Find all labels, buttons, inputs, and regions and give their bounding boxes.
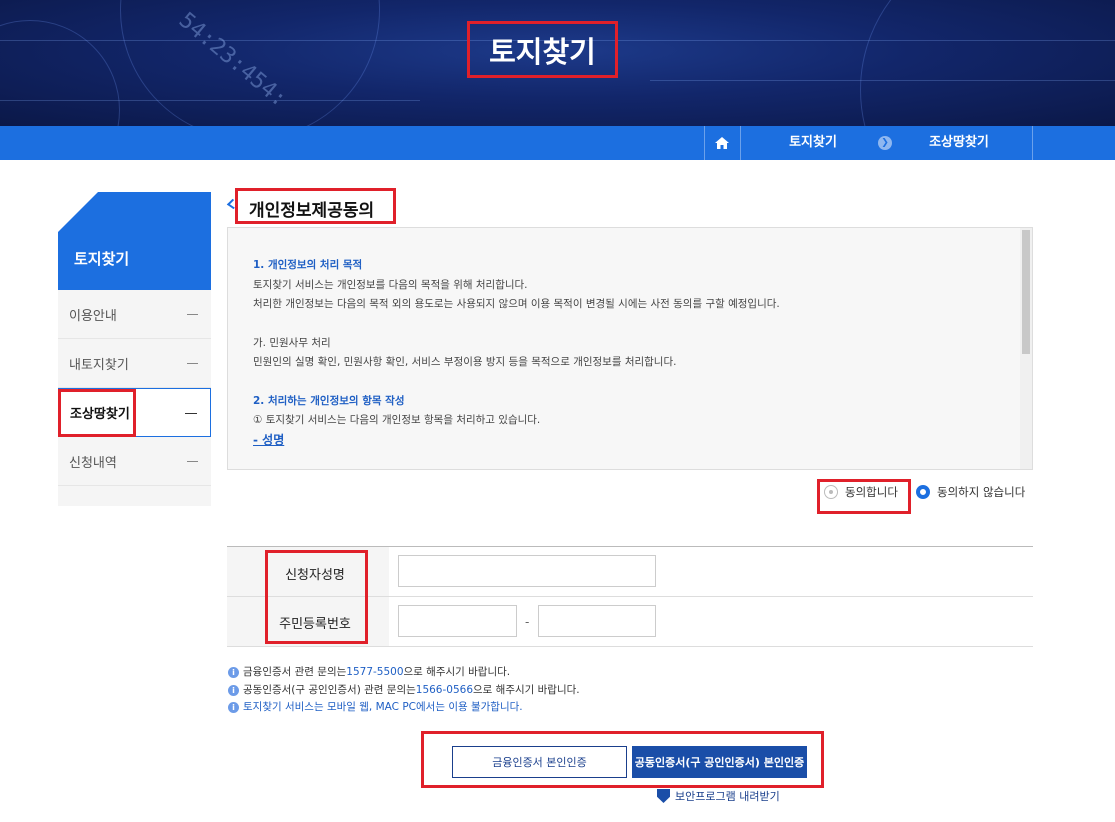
page-title-box: 토지찾기 — [467, 21, 618, 78]
name-label: 신청자성명 — [285, 568, 345, 583]
form-top-border — [227, 546, 1033, 547]
breadcrumb: 토지찾기 ❯ 조상땅찾기 — [0, 126, 1115, 160]
financial-cert-button[interactable]: 금융인증서 본인인증 — [452, 746, 627, 778]
agree-option[interactable]: 동의합니다 — [824, 484, 898, 500]
terms-heading: 2. 처리하는 개인정보의 항목 작성 — [253, 394, 405, 407]
nav-divider — [704, 126, 705, 160]
hero-banner: 54:23:454: 토지찾기 — [0, 0, 1115, 126]
nav-divider — [1032, 126, 1033, 160]
home-icon[interactable] — [712, 134, 732, 152]
note-financial-cert: i 금융인증서 관련 문의는 1577-5500 으로 해주시기 바랍니다. — [228, 664, 580, 682]
section-title: 개인정보제공동의 — [249, 201, 375, 221]
sidebar-title: 토지찾기 — [74, 250, 130, 268]
note-unsupported: i 토지찾기 서비스는 모바일 웹, MAC PC에서는 이용 불가합니다. — [228, 699, 580, 717]
decor-line — [0, 100, 420, 101]
phone-number: 1577-5500 — [346, 666, 404, 678]
minus-icon — [187, 461, 198, 462]
rrn-front-input[interactable] — [398, 605, 517, 637]
nav-divider — [740, 126, 741, 160]
radio-dot-icon — [829, 490, 833, 494]
rrn-separator: - — [525, 615, 530, 629]
radio-disagree[interactable] — [916, 485, 930, 499]
terms-content: 1. 개인정보의 처리 목적 토지찾기 서비스는 개인정보를 다음의 목적을 위… — [253, 256, 1013, 451]
decor-line — [650, 80, 1115, 81]
sidebar-item-guide[interactable]: 이용안내 — [58, 290, 211, 339]
terms-link[interactable]: - 성명 — [253, 433, 284, 447]
radio-agree[interactable] — [824, 485, 838, 499]
sidebar-item-label: 조상땅찾기 — [70, 407, 130, 422]
form-row-divider — [227, 596, 1033, 597]
minus-icon — [185, 413, 197, 414]
info-notes: i 금융인증서 관련 문의는 1577-5500 으로 해주시기 바랍니다. i… — [228, 664, 580, 717]
rrn-back-input[interactable] — [538, 605, 656, 637]
terms-subheading: 가. 민원사무 처리 — [253, 336, 331, 349]
terms-gap — [253, 315, 1013, 334]
info-icon: i — [228, 667, 239, 679]
security-download-link[interactable]: 보안프로그램 내려받기 — [657, 788, 780, 804]
breadcrumb-land-search[interactable]: 토지찾기 — [760, 126, 866, 160]
form-bottom-border — [227, 646, 1033, 647]
section-marker-icon — [226, 198, 240, 210]
sidebar-item-my-land[interactable]: 내토지찾기 — [58, 339, 211, 388]
terms-gap — [253, 373, 1013, 392]
scrollbar-thumb[interactable] — [1022, 230, 1030, 354]
disagree-option[interactable]: 동의하지 않습니다 — [916, 484, 1025, 500]
sidebar-item-label: 내토지찾기 — [69, 357, 129, 373]
sidebar-filler — [58, 486, 211, 506]
breadcrumb-ancestor-land[interactable]: 조상땅찾기 — [900, 126, 1018, 160]
shield-check-icon — [657, 789, 670, 803]
minus-icon — [187, 363, 198, 364]
rrn-label: 주민등록번호 — [279, 617, 351, 632]
terms-text: 토지찾기 서비스는 개인정보를 다음의 목적을 위해 처리합니다. — [253, 278, 528, 291]
sidebar-header-corner — [58, 192, 98, 232]
sidebar-item-ancestor-land[interactable]: 조상땅찾기 — [58, 388, 211, 437]
note-text: 금융인증서 관련 문의는 — [243, 666, 347, 678]
download-label[interactable]: 보안프로그램 내려받기 — [675, 788, 780, 804]
terms-text: 민원인의 실명 확인, 민원사항 확인, 서비스 부정이용 방지 등을 목적으로… — [253, 356, 677, 368]
disagree-label[interactable]: 동의하지 않습니다 — [937, 484, 1025, 500]
note-text: 공동인증서(구 공인인증서) 관련 문의는 — [243, 683, 416, 696]
agree-label[interactable]: 동의합니다 — [845, 484, 898, 500]
sidebar-item-history[interactable]: 신청내역 — [58, 437, 211, 486]
note-text: 으로 해주시기 바랍니다. — [473, 683, 580, 696]
terms-text: ① 토지찾기 서비스는 다음의 개인정보 항목을 처리하고 있습니다. — [253, 414, 541, 426]
joint-cert-button[interactable]: 공동인증서(구 공인인증서) 본인인증 — [632, 746, 807, 778]
name-input[interactable] — [398, 555, 656, 587]
info-icon: i — [228, 702, 239, 714]
info-icon: i — [228, 684, 239, 696]
sidebar-item-label: 이용안내 — [69, 308, 117, 324]
page-title: 토지찾기 — [489, 34, 596, 69]
minus-icon — [187, 314, 198, 315]
sidebar-header: 토지찾기 — [58, 192, 211, 290]
phone-number: 1566-0566 — [415, 683, 473, 696]
note-text: 으로 해주시기 바랍니다. — [403, 666, 511, 678]
sidebar: 토지찾기 이용안내 내토지찾기 조상땅찾기 신청내역 — [58, 192, 211, 506]
decor-circle — [0, 20, 120, 126]
scrollbar[interactable] — [1020, 228, 1032, 469]
decor-circle — [860, 0, 1115, 126]
chevron-right-icon: ❯ — [878, 136, 892, 150]
note-joint-cert: i 공동인증서(구 공인인증서) 관련 문의는 1566-0566 으로 해주시… — [228, 682, 580, 700]
note-text: 토지찾기 서비스는 모바일 웹, MAC PC에서는 이용 불가합니다. — [243, 701, 523, 713]
terms-text: 처리한 개인정보는 다음의 목적 외의 용도로는 사용되지 않으며 이용 목적이… — [253, 298, 780, 310]
terms-heading: 1. 개인정보의 처리 목적 — [253, 259, 363, 271]
sidebar-item-label: 신청내역 — [69, 455, 117, 471]
terms-box[interactable]: 1. 개인정보의 처리 목적 토지찾기 서비스는 개인정보를 다음의 목적을 위… — [227, 227, 1033, 470]
